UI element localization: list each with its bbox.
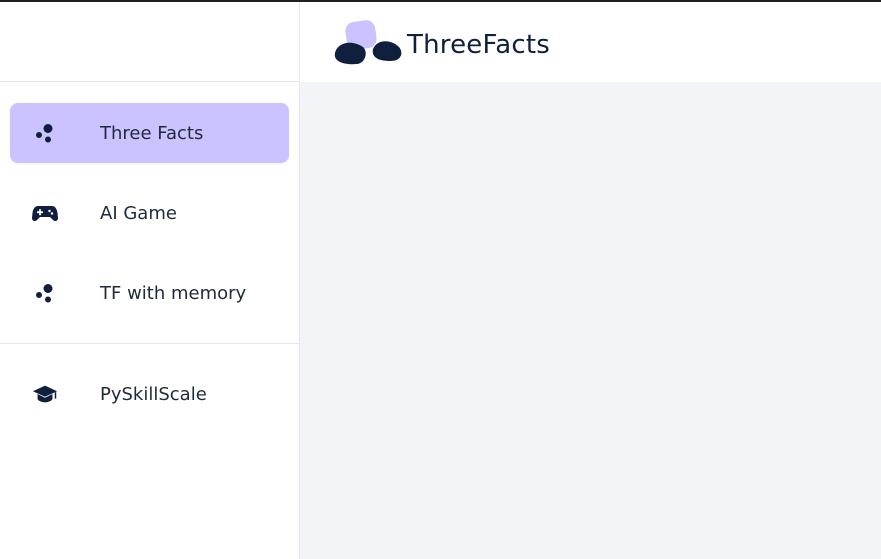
- sidebar-item-label: TF with memory: [100, 282, 247, 304]
- sidebar-item-tf-with-memory[interactable]: TF with memory: [10, 263, 289, 323]
- sidebar-item-label: PySkillScale: [100, 383, 207, 405]
- threefacts-logo-icon: [333, 19, 403, 71]
- sidebar: Three Facts AI Game TF with memory PySki…: [0, 2, 300, 559]
- graduation-cap-icon: [32, 381, 58, 407]
- sidebar-item-label: AI Game: [100, 202, 177, 224]
- dots-icon: [32, 120, 58, 146]
- app-header: ThreeFacts: [300, 2, 881, 82]
- sidebar-item-three-facts[interactable]: Three Facts: [10, 103, 289, 163]
- sidebar-header: [0, 2, 299, 82]
- sidebar-divider: [0, 343, 299, 344]
- brand[interactable]: ThreeFacts: [333, 19, 550, 71]
- dots-icon: [32, 280, 58, 306]
- sidebar-item-ai-game[interactable]: AI Game: [10, 183, 289, 243]
- brand-title: ThreeFacts: [407, 30, 551, 60]
- sidebar-item-pyskillscale[interactable]: PySkillScale: [10, 364, 289, 424]
- sidebar-item-label: Three Facts: [100, 122, 204, 144]
- main-content: [300, 82, 881, 559]
- gamepad-icon: [32, 200, 58, 226]
